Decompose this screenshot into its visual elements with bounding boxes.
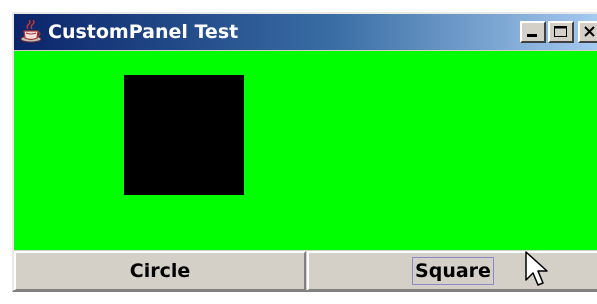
square-shape	[124, 75, 244, 195]
title-bar[interactable]: CustomPanel Test	[14, 14, 597, 50]
minimize-button[interactable]	[520, 21, 546, 43]
close-icon	[584, 26, 595, 37]
button-bar: Circle Square	[14, 250, 597, 290]
maximize-icon	[554, 26, 567, 37]
window-title: CustomPanel Test	[48, 21, 239, 43]
custom-panel	[14, 51, 597, 250]
circle-button-label: Circle	[129, 260, 191, 282]
application-window: CustomPanel Test Circle Square	[12, 12, 597, 292]
minimize-icon	[527, 34, 537, 37]
close-button[interactable]	[578, 21, 597, 43]
circle-button[interactable]: Circle	[14, 251, 306, 290]
square-button[interactable]: Square	[307, 251, 597, 290]
java-cup-icon	[19, 19, 43, 44]
maximize-button[interactable]	[548, 21, 574, 43]
square-button-label: Square	[412, 257, 494, 285]
